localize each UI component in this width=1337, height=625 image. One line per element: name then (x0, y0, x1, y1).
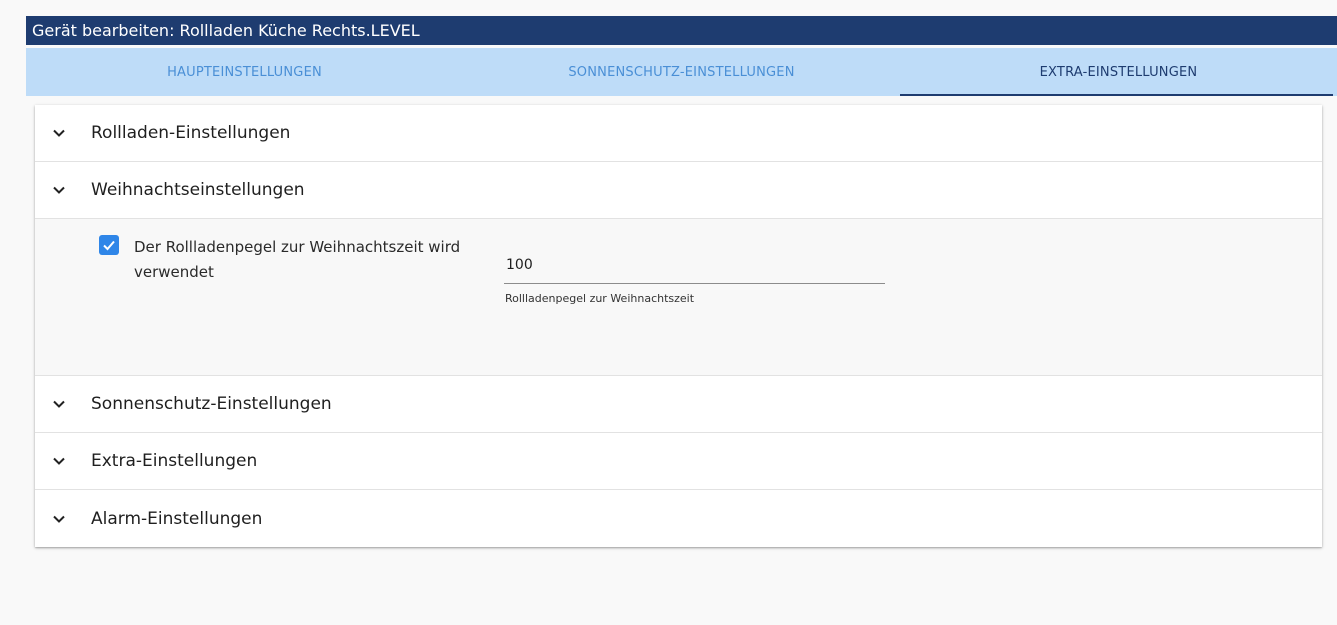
settings-panel: Rollladen-Einstellungen Weihnachtseinste… (35, 105, 1322, 547)
section-label: Sonnenschutz-Einstellungen (91, 394, 332, 414)
check-icon (103, 240, 115, 251)
christmas-level-checkbox[interactable] (99, 235, 119, 255)
section-sonnenschutz-einstellungen[interactable]: Sonnenschutz-Einstellungen (35, 376, 1322, 433)
section-alarm-einstellungen[interactable]: Alarm-Einstellungen (35, 490, 1322, 547)
section-extra-einstellungen[interactable]: Extra-Einstellungen (35, 433, 1322, 490)
chevron-down-icon (53, 457, 65, 465)
section-rollladen-einstellungen[interactable]: Rollladen-Einstellungen (35, 105, 1322, 162)
section-label: Weihnachtseinstellungen (91, 180, 305, 200)
christmas-level-input[interactable] (504, 247, 885, 284)
chevron-down-icon (53, 400, 65, 408)
app-root: Gerät bearbeiten: Rollladen Küche Rechts… (0, 0, 1337, 625)
weihnachts-section-body: Der Rollladenpegel zur Weihnachtszeit wi… (35, 219, 1322, 376)
tab-haupteinstellungen[interactable]: HAUPTEINSTELLUNGEN (26, 48, 463, 96)
tab-bar: HAUPTEINSTELLUNGEN SONNENSCHUTZ-EINSTELL… (26, 48, 1337, 96)
christmas-level-helper: Rollladenpegel zur Weihnachtszeit (505, 292, 695, 305)
chevron-down-icon (53, 186, 65, 194)
section-label: Rollladen-Einstellungen (91, 123, 291, 143)
chevron-down-icon (53, 515, 65, 523)
section-weihnachtseinstellungen[interactable]: Weihnachtseinstellungen (35, 162, 1322, 219)
dialog-title: Gerät bearbeiten: Rollladen Küche Rechts… (26, 16, 1337, 45)
chevron-down-icon (53, 129, 65, 137)
christmas-checkbox-label: Der Rollladenpegel zur Weihnachtszeit wi… (134, 238, 461, 281)
tab-extra-einstellungen[interactable]: EXTRA-EINSTELLUNGEN (900, 48, 1337, 96)
section-label: Alarm-Einstellungen (91, 508, 263, 529)
tab-sonnenschutz-einstellungen[interactable]: SONNENSCHUTZ-EINSTELLUNGEN (463, 48, 900, 96)
section-label: Extra-Einstellungen (91, 451, 258, 471)
